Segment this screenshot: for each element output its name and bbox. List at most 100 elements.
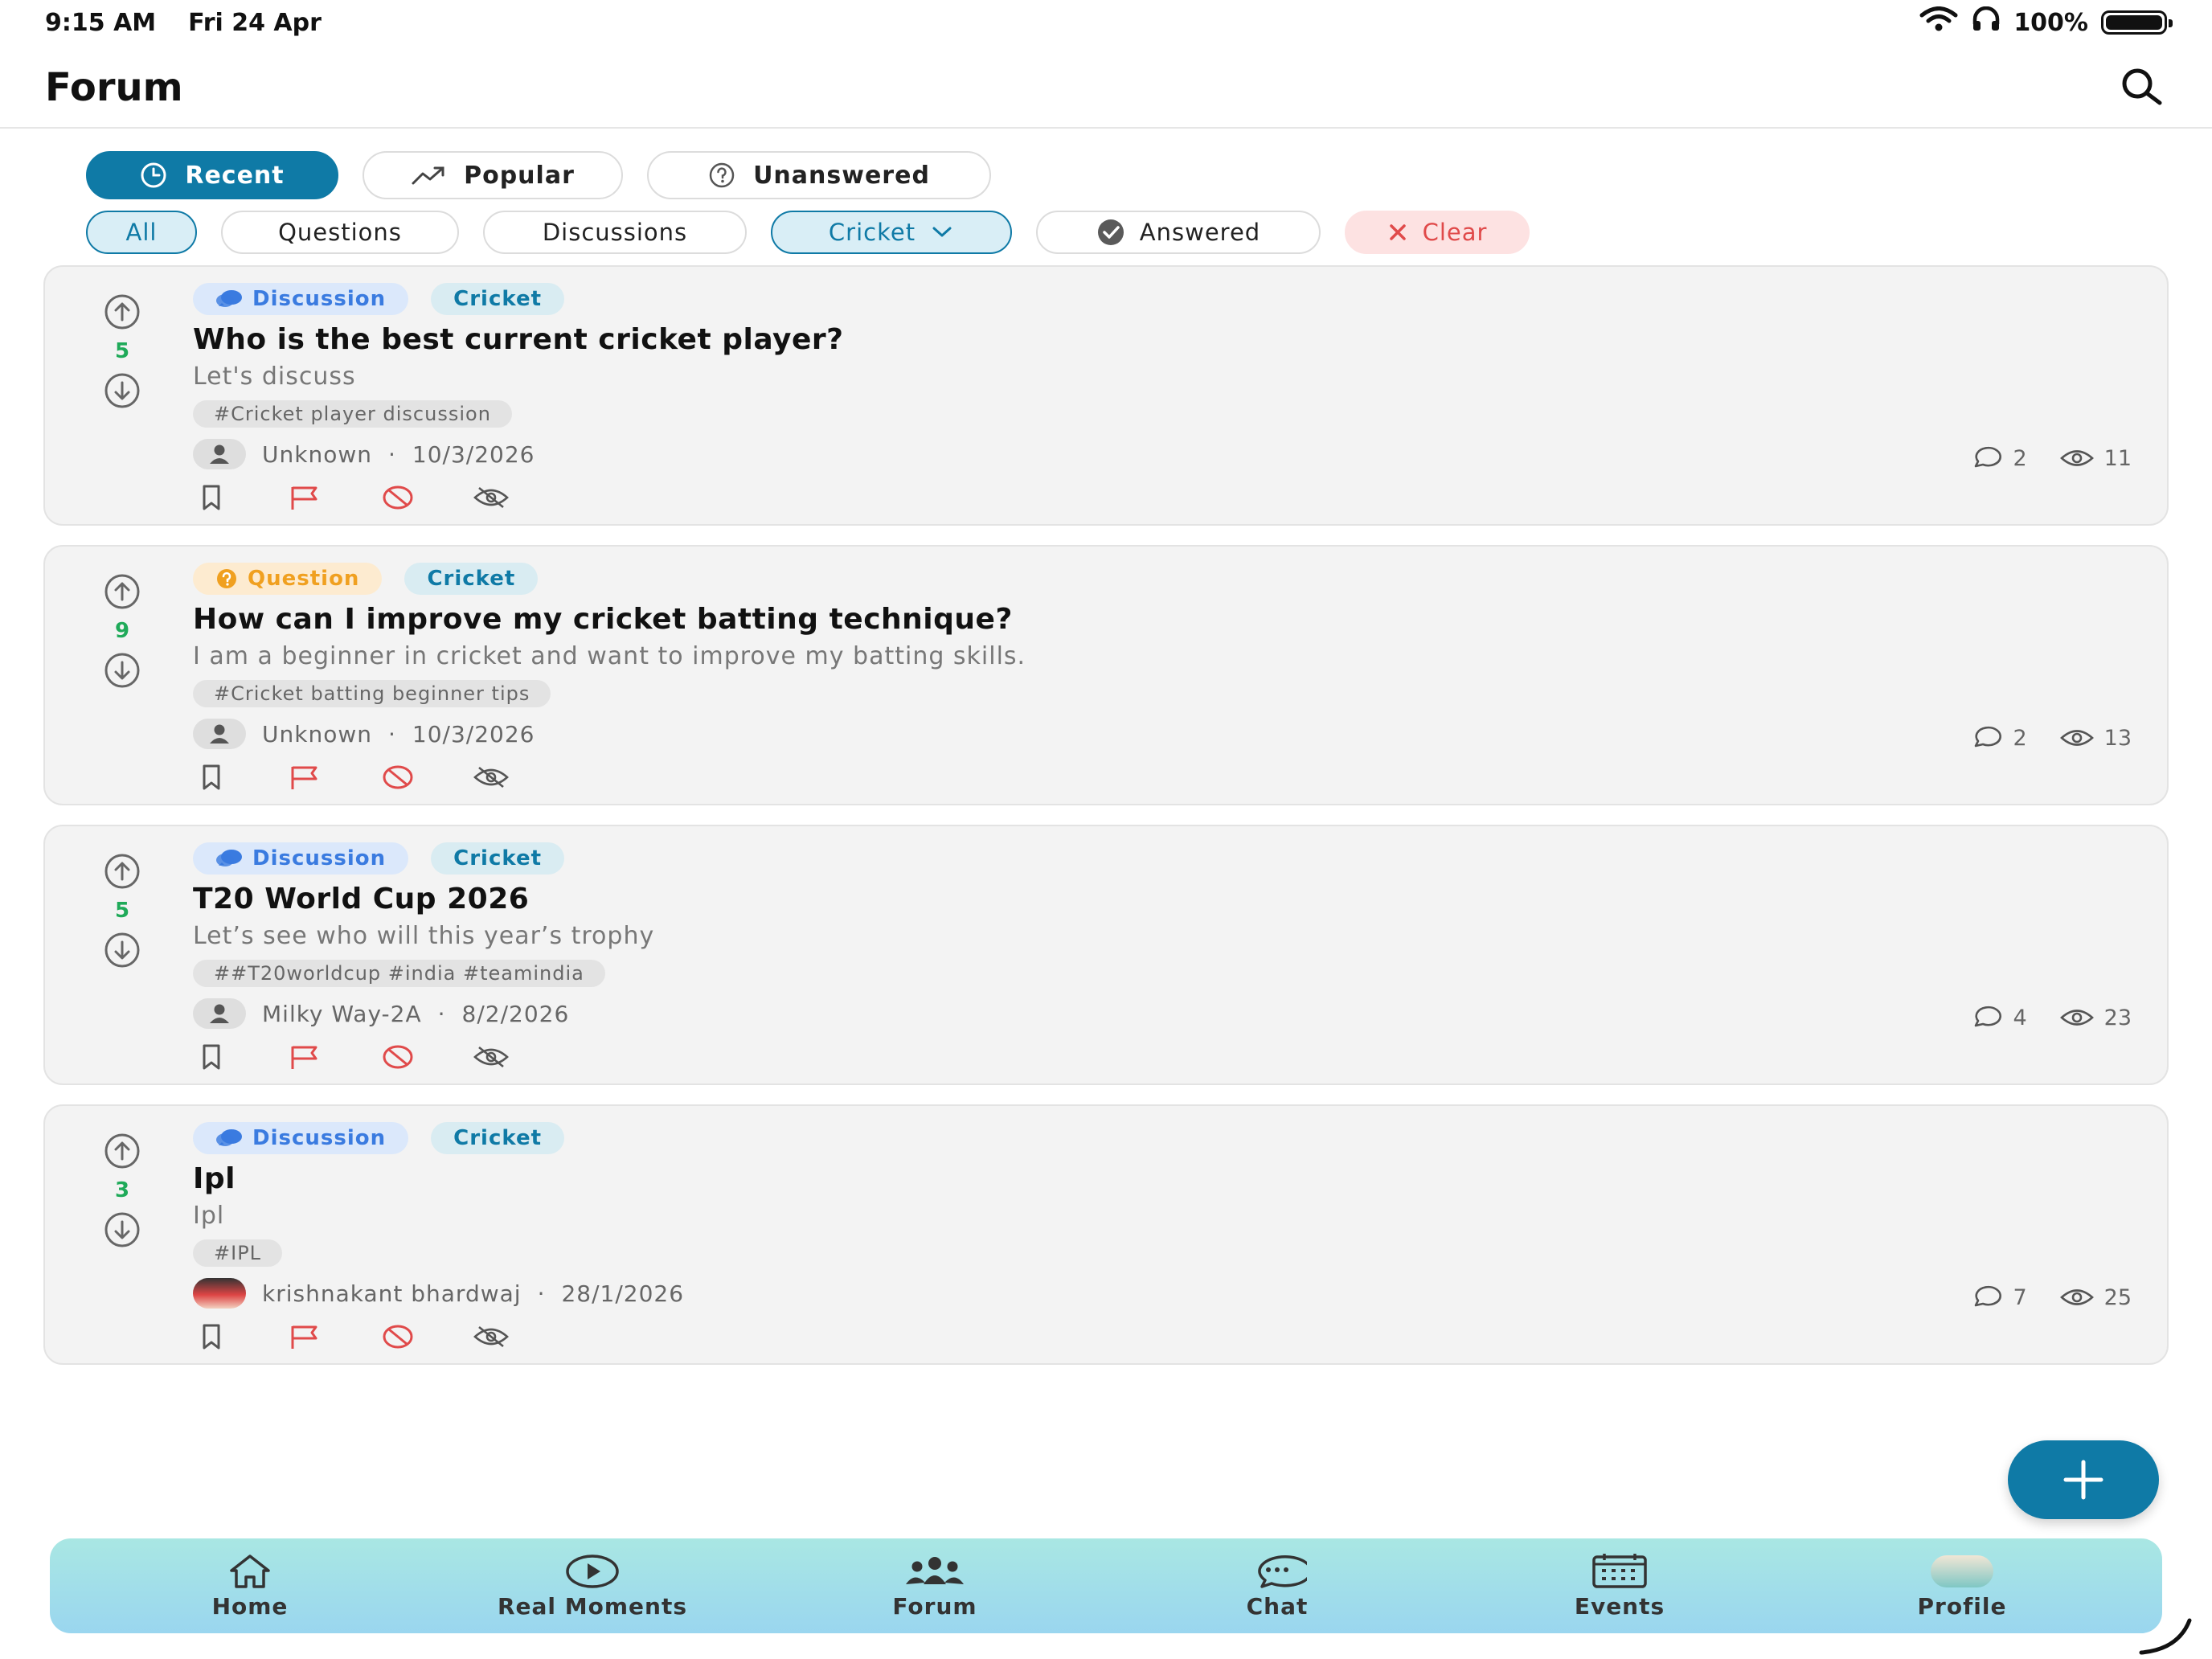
post-tag[interactable]: #IPL — [193, 1239, 283, 1267]
bookmark-button[interactable] — [193, 1043, 230, 1071]
post-card[interactable]: 5 Discussion Cricket T20 World Cup 2026 … — [43, 825, 2169, 1085]
view-count: 25 — [2059, 1284, 2132, 1310]
post-date: 28/1/2026 — [561, 1280, 685, 1307]
nav-events[interactable]: Events — [1448, 1538, 1791, 1633]
eye-off-icon — [473, 766, 509, 789]
bookmark-button[interactable] — [193, 1323, 230, 1350]
comment-icon — [1975, 726, 2002, 748]
author-name[interactable]: Unknown — [262, 441, 372, 468]
bookmark-button[interactable] — [193, 764, 230, 791]
downvote-icon[interactable] — [101, 370, 143, 412]
nav-chat[interactable]: Chat — [1106, 1538, 1448, 1633]
comment-count-value: 2 — [2013, 725, 2027, 751]
view-count: 11 — [2059, 445, 2132, 471]
question-badge-icon — [217, 569, 236, 588]
filter-questions[interactable]: Questions — [221, 211, 459, 254]
vote-count: 9 — [114, 619, 130, 643]
nav-home[interactable]: Home — [79, 1538, 421, 1633]
filter-label: Cricket — [828, 219, 916, 246]
post-type-label: Discussion — [252, 287, 387, 311]
block-icon — [383, 765, 413, 789]
block-button[interactable] — [379, 1043, 416, 1071]
post-list: 5 Discussion Cricket Who is the best cur… — [43, 265, 2169, 1384]
downvote-icon[interactable] — [101, 649, 143, 691]
hide-button[interactable] — [473, 764, 510, 791]
author-name[interactable]: Milky Way-2A — [262, 1001, 422, 1027]
filter-discussions[interactable]: Discussions — [483, 211, 747, 254]
post-date: 8/2/2026 — [461, 1000, 570, 1027]
block-button[interactable] — [379, 484, 416, 511]
post-type-label: Discussion — [252, 846, 387, 870]
post-description: Let's discuss — [193, 363, 356, 391]
post-title[interactable]: T20 World Cup 2026 — [193, 883, 2135, 916]
post-card[interactable]: 3 Discussion Cricket Ipl Ipl #IPL krishn… — [43, 1104, 2169, 1365]
battery-percent: 100% — [2013, 8, 2088, 37]
filter-label: Discussions — [542, 219, 688, 246]
post-tag[interactable]: ##T20worldcup #india #teamindia — [193, 960, 605, 987]
bookmark-button[interactable] — [193, 484, 230, 511]
post-title[interactable]: How can I improve my cricket batting tec… — [193, 603, 2135, 636]
people-icon — [906, 1556, 964, 1584]
author-name[interactable]: krishnakant bhardwaj — [262, 1280, 522, 1307]
bookmark-icon — [203, 1044, 220, 1070]
report-button[interactable] — [286, 1043, 323, 1071]
post-type-badge: Question — [193, 563, 383, 595]
nav-forum[interactable]: Forum — [764, 1538, 1106, 1633]
create-post-button[interactable] — [2008, 1440, 2159, 1519]
hide-button[interactable] — [473, 1323, 510, 1350]
post-category-label: Cricket — [453, 846, 543, 870]
downvote-icon[interactable] — [101, 1209, 143, 1251]
hide-button[interactable] — [473, 484, 510, 511]
post-title[interactable]: Who is the best current cricket player? — [193, 323, 2135, 356]
filter-label: Questions — [278, 219, 402, 246]
post-card[interactable]: 9 Question Cricket How can I improve my … — [43, 545, 2169, 805]
report-button[interactable] — [286, 764, 323, 791]
block-button[interactable] — [379, 1323, 416, 1350]
comment-count: 4 — [1971, 1005, 2027, 1030]
profile-avatar — [1931, 1555, 1993, 1587]
flag-icon — [291, 1325, 317, 1349]
clear-filters-button[interactable]: Clear — [1345, 211, 1530, 254]
play-circle-icon — [566, 1554, 619, 1588]
post-description: Let’s see who will this year’s trophy — [193, 922, 655, 950]
upvote-icon[interactable] — [101, 291, 143, 333]
post-tag[interactable]: #Cricket player discussion — [193, 400, 512, 428]
downvote-icon[interactable] — [101, 929, 143, 971]
sort-tab-unanswered[interactable]: Unanswered — [647, 151, 991, 199]
filter-answered[interactable]: Answered — [1036, 211, 1321, 254]
block-button[interactable] — [379, 764, 416, 791]
nav-profile[interactable]: Profile — [1791, 1538, 2133, 1633]
hide-button[interactable] — [473, 1043, 510, 1071]
vote-control: 9 — [98, 571, 146, 691]
upvote-icon[interactable] — [101, 1130, 143, 1172]
nav-real-moments[interactable]: Real Moments — [421, 1538, 764, 1633]
report-button[interactable] — [286, 1323, 323, 1350]
flag-icon — [291, 766, 317, 789]
author-avatar-photo — [193, 1278, 246, 1309]
eye-off-icon — [473, 1046, 509, 1068]
user-icon — [210, 1004, 229, 1023]
post-tag[interactable]: #Cricket batting beginner tips — [193, 680, 551, 707]
vote-control: 5 — [98, 291, 146, 412]
search-button[interactable] — [2116, 62, 2167, 113]
post-card[interactable]: 5 Discussion Cricket Who is the best cur… — [43, 265, 2169, 526]
chevron-down-icon — [932, 227, 952, 237]
status-time: 9:15 AM — [45, 8, 157, 37]
filter-all[interactable]: All — [86, 211, 197, 254]
sort-tab-recent[interactable]: Recent — [86, 151, 338, 199]
view-count-value: 25 — [2103, 1284, 2132, 1310]
upvote-icon[interactable] — [101, 571, 143, 612]
block-icon — [383, 1045, 413, 1069]
filter-category-dropdown[interactable]: Cricket — [771, 211, 1012, 254]
question-circle-icon — [709, 162, 735, 188]
post-title[interactable]: Ipl — [193, 1162, 2135, 1195]
view-count-value: 23 — [2103, 1005, 2132, 1030]
corner-stroke-decoration — [2139, 1618, 2192, 1655]
bottom-nav: Home Real Moments Forum Chat Events Prof… — [50, 1538, 2162, 1633]
sort-tab-popular[interactable]: Popular — [363, 151, 623, 199]
sort-tab-label: Recent — [185, 161, 285, 190]
upvote-icon[interactable] — [101, 850, 143, 892]
author-name[interactable]: Unknown — [262, 721, 372, 748]
trending-up-icon — [412, 166, 444, 185]
report-button[interactable] — [286, 484, 323, 511]
